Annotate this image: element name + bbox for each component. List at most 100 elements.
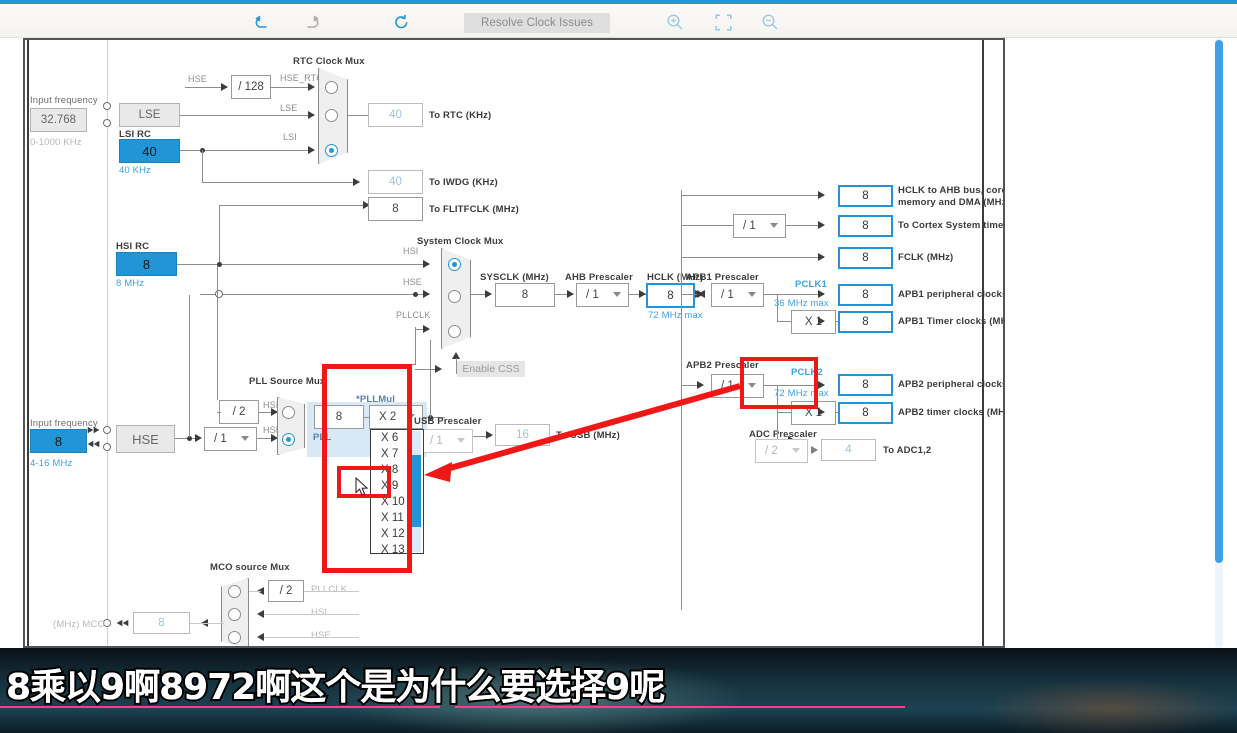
zoom-out-icon[interactable] (759, 12, 781, 32)
lsi-value-field[interactable]: 40 (119, 139, 180, 163)
pllmul-dropdown-scrollbar[interactable] (411, 431, 421, 552)
apb1-periph-label: APB1 peripheral clocks (MHz) (898, 289, 1005, 300)
pll-source-mux-title: PLL Source Mux (249, 376, 326, 387)
to-adc-value: 4 (821, 439, 876, 461)
arrow-hse-div128 (221, 83, 228, 91)
arrow-iwdg (353, 178, 360, 186)
apb1-timer-label: APB1 Timer clocks (MHz) (898, 316, 1005, 327)
rtc-lse-label: LSE (280, 103, 298, 113)
rtc-hse-rtc-label: HSE_RTC (280, 73, 323, 83)
to-rtc-value: 40 (368, 103, 423, 127)
pll-hsi-divider: / 2 (219, 400, 259, 424)
arrow-apb1-timer (818, 317, 825, 325)
ahb-output-1-label-line1: HCLK to AHB bus, core, (898, 185, 1005, 196)
clock-tree-canvas[interactable]: Input frequency 32.768 0-1000 KHz LSE RT… (23, 38, 1005, 648)
usb-prescaler-value: / 1 (430, 435, 443, 447)
apb1-timer-multiplier: X 1 (791, 310, 836, 334)
rtc-mux-option-lse[interactable] (325, 109, 338, 122)
wire-div128-to-mux (271, 87, 312, 88)
arrow-mco-hsi (257, 610, 264, 618)
guide-line-1 (107, 40, 108, 646)
apb2-prescaler-value: / 1 (721, 380, 734, 392)
pllmul-dropdown-popup[interactable]: X 6 X 7 X 8 X 9 X 10 X 11 X 12 X 13 (370, 429, 424, 556)
sysmux-option-pllclk[interactable] (448, 325, 461, 338)
arrow-to-css (435, 365, 442, 373)
to-usb-label: To USB (MHz) (556, 430, 620, 441)
rtc-mux-option-lsi[interactable] (325, 144, 338, 157)
wire-hse-trunk (189, 295, 190, 437)
hclk-max-note: 72 MHz max (648, 310, 703, 321)
pll-input-value: 8 (314, 405, 364, 429)
hclk-distribution-spine (681, 190, 682, 610)
ahb-prescaler-select[interactable]: / 1 (576, 283, 629, 307)
ahb-prescaler-value: / 1 (586, 289, 599, 301)
arrow-pllmux-hsi (271, 408, 278, 416)
wire-lsi-down (202, 150, 203, 182)
arrow-hse-out-2 (93, 440, 100, 448)
zoom-fit-icon[interactable] (712, 12, 734, 32)
canvas-vertical-scrollbar[interactable] (1215, 38, 1223, 648)
sysmux-hse-label: HSE (403, 277, 422, 287)
resolve-clock-issues-button[interactable]: Resolve Clock Issues (464, 13, 610, 33)
apb1-prescaler-value: / 1 (721, 289, 734, 301)
usb-prescaler-select[interactable]: / 1 (420, 429, 473, 453)
arrow-sysclk (485, 290, 492, 298)
wire-ahb-out-3 (681, 257, 824, 258)
apb2-prescaler-select[interactable]: / 1 (711, 374, 764, 398)
usb-prescaler-caption: USB Prescaler (414, 416, 482, 427)
wire-mco-hse (260, 637, 359, 638)
lse-input-frequency-caption: Input frequency (30, 95, 98, 106)
ahb-output-1-label-line2: memory and DMA (MHz) (898, 197, 1005, 208)
pllmul-dropdown-scroll-thumb[interactable] (411, 455, 421, 527)
arrow-usb-out (486, 431, 493, 439)
apb1-prescaler-caption: APB1 Prescaler (686, 272, 759, 283)
lse-input-frequency-field[interactable]: 32.768 (30, 108, 87, 132)
pllmux-option-hsi[interactable] (282, 406, 295, 419)
wire-apb2-timer-down (777, 386, 778, 413)
lse-source-box[interactable]: LSE (119, 103, 180, 127)
ahb-output-2-value: 8 (838, 215, 893, 237)
mco-output-value: 8 (133, 612, 190, 634)
adc-prescaler-select[interactable]: / 2 (755, 439, 808, 463)
to-usb-value: 16 (495, 424, 550, 446)
chevron-down-icon (241, 436, 249, 441)
apb1-prescaler-select[interactable]: / 1 (711, 283, 764, 307)
rtc-clock-mux-title: RTC Clock Mux (293, 56, 365, 67)
cortex-systimer-prescaler-select[interactable]: / 1 (733, 214, 786, 238)
rtc-mux-option-hse-rtc[interactable] (325, 81, 338, 94)
wire-plldiv-in (217, 412, 221, 413)
to-iwdg-label: To IWDG (KHz) (429, 177, 498, 188)
redo-icon[interactable] (300, 12, 322, 32)
apb2-timer-label: APB2 timer clocks (MHz) (898, 407, 1005, 418)
chevron-down-icon (457, 438, 465, 443)
mco-mux-option-pllclk[interactable] (228, 585, 241, 598)
hsi-value-field[interactable]: 8 (116, 252, 177, 276)
wire-lsi-to-iwdg (202, 182, 357, 183)
wire-hsi-to-plldiv (217, 266, 218, 400)
pclk2-label: PCLK2 (791, 367, 823, 378)
hse-source-box[interactable]: HSE (116, 425, 175, 453)
mco-mux-option-hsi[interactable] (228, 608, 241, 621)
wire-ahb-out-1 (681, 195, 824, 196)
arrow-hse-in-2 (93, 426, 100, 434)
hse-input-frequency-field[interactable]: 8 (30, 429, 87, 453)
wire-ahb-out-2a (681, 225, 733, 226)
wire-mco-hsi (260, 614, 359, 615)
arrow-apb2-in (697, 381, 704, 389)
mco-mux-option-hse[interactable] (228, 631, 241, 644)
apb1-max-note: 36 MHz max (774, 298, 829, 309)
canvas-scroll-thumb[interactable] (1215, 40, 1223, 563)
enable-css-button[interactable]: Enable CSS (457, 361, 525, 377)
hse-divider-select[interactable]: / 1 (204, 427, 257, 451)
reset-icon[interactable] (390, 12, 412, 32)
pllmux-option-hse[interactable] (282, 433, 295, 446)
ahb-output-1-value: 8 (838, 185, 893, 207)
arrow-hsi-sysmux (423, 260, 430, 268)
undo-icon[interactable] (251, 12, 273, 32)
apb1-timer-value: 8 (838, 311, 893, 333)
wire-pllclk-feedback (380, 364, 416, 365)
wire-pclk2 (764, 385, 824, 386)
zoom-in-icon[interactable] (664, 12, 686, 32)
sysmux-option-hse[interactable] (448, 290, 461, 303)
sysmux-option-hsi[interactable] (448, 258, 461, 271)
